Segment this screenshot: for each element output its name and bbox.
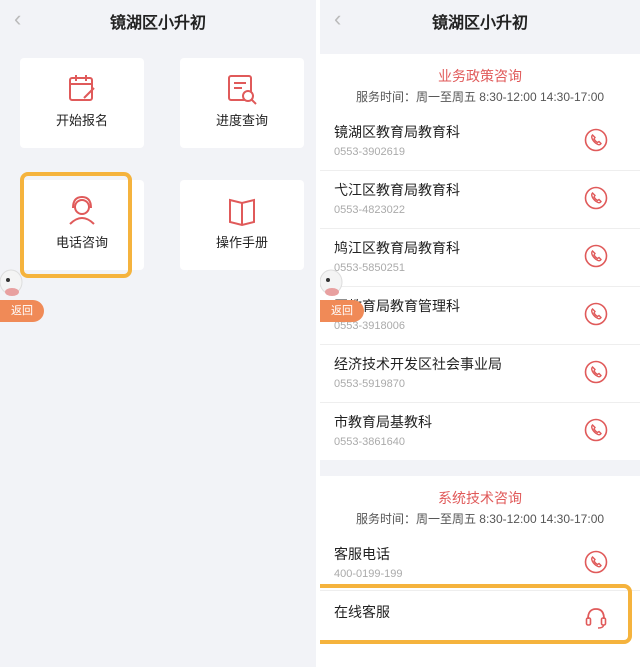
phone-call-icon[interactable] <box>584 128 608 152</box>
top-bar: ‹ 镜湖区小升初 <box>0 0 316 40</box>
tile-label: 操作手册 <box>215 235 268 250</box>
left-screen: ‹ 镜湖区小升初 开始报名 进度查询 电话咨询 操作手册 返回 <box>0 0 316 667</box>
top-bar: ‹ 镜湖区小升初 <box>320 0 640 40</box>
contact-phone: 0553-4823022 <box>334 204 405 216</box>
floating-back-button[interactable]: 返回 <box>320 300 364 322</box>
tile-start-registration[interactable]: 开始报名 <box>20 58 144 148</box>
policy-hours: 服务时间：周一至周五 8:30-12:00 14:30-17:00 <box>355 90 605 104</box>
book-icon <box>229 198 255 227</box>
mascot-icon <box>320 269 343 296</box>
phone-call-icon[interactable] <box>584 360 608 384</box>
contact-phone: 0553-5919870 <box>334 378 405 390</box>
contact-row[interactable]: 市教育局基教科 0553-3861640 <box>320 402 640 460</box>
phone-call-icon[interactable] <box>584 302 608 326</box>
highlight-frame <box>20 172 132 278</box>
contact-phone: 0553-3902619 <box>334 146 405 158</box>
contact-name: 鸠江区教育局教育科 <box>334 240 460 256</box>
page-title: 镜湖区小升初 <box>431 15 528 32</box>
hotline-name: 客服电话 <box>334 546 390 562</box>
contact-row[interactable]: 区教育局教育管理科 0553-3918006 <box>320 286 640 344</box>
calendar-edit-icon <box>69 75 95 101</box>
tile-manual[interactable]: 操作手册 <box>180 180 304 270</box>
page-title: 镜湖区小升初 <box>109 15 206 32</box>
contact-name: 市教育局基教科 <box>334 414 432 430</box>
contact-row[interactable]: 弋江区教育局教育科 0553-4823022 <box>320 170 640 228</box>
contact-row[interactable]: 经济技术开发区社会事业局 0553-5919870 <box>320 344 640 402</box>
contact-name: 弋江区教育局教育科 <box>334 182 460 198</box>
tech-heading: 系统技术咨询 <box>438 490 522 506</box>
right-screen: ‹ 镜湖区小升初 业务政策咨询 服务时间：周一至周五 8:30-12:00 14… <box>320 0 640 667</box>
contact-name: 经济技术开发区社会事业局 <box>334 356 502 372</box>
phone-call-icon[interactable] <box>584 418 608 442</box>
policy-heading: 业务政策咨询 <box>438 68 522 84</box>
floating-back-button[interactable]: 返回 <box>0 300 44 322</box>
tile-progress-query[interactable]: 进度查询 <box>180 58 304 148</box>
contact-phone: 0553-3861640 <box>334 436 405 448</box>
phone-call-icon[interactable] <box>584 244 608 268</box>
contact-row[interactable]: 镜湖区教育局教育科 0553-3902619 <box>320 112 640 170</box>
phone-call-icon[interactable] <box>584 550 608 574</box>
document-search-icon <box>228 75 257 105</box>
contact-name: 镜湖区教育局教育科 <box>334 124 460 140</box>
mascot-icon <box>0 269 23 296</box>
tile-label: 进度查询 <box>215 113 268 128</box>
contact-row[interactable]: 鸠江区教育局教育科 0553-5850251 <box>320 228 640 286</box>
tile-label: 开始报名 <box>55 113 108 128</box>
tech-hours: 服务时间：周一至周五 8:30-12:00 14:30-17:00 <box>355 512 605 526</box>
phone-call-icon[interactable] <box>584 186 608 210</box>
hotline-phone: 400-0199-199 <box>334 568 403 580</box>
policy-card: 业务政策咨询 服务时间：周一至周五 8:30-12:00 14:30-17:00… <box>320 54 640 460</box>
highlight-frame <box>320 584 632 644</box>
